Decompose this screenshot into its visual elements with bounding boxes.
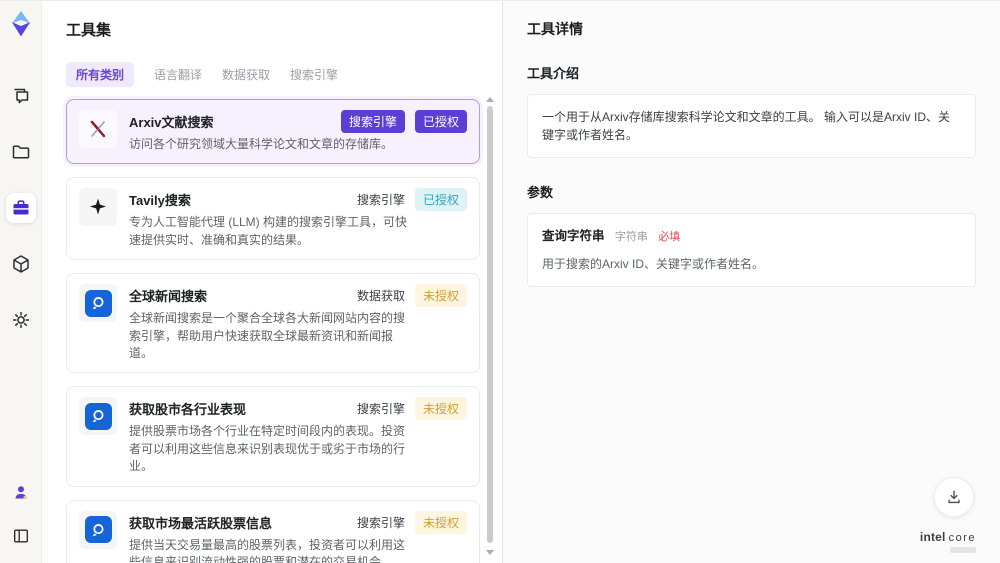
rail-nav	[5, 81, 36, 335]
tool-badges: 搜索引擎 未授权	[356, 510, 467, 534]
cube-icon	[12, 255, 29, 273]
folder-icon	[12, 145, 29, 159]
param-box: 查询字符串 字符串 必填 用于搜索的Arxiv ID、关键字或作者姓名。	[527, 213, 976, 287]
tool-auth-status-badge: 未授权	[414, 397, 467, 421]
tool-badges: 数据获取 未授权	[356, 284, 467, 308]
tool-category-badge: 搜索引擎	[340, 110, 405, 133]
tool-auth-status-badge: 已授权	[414, 110, 467, 133]
chat-icon	[14, 88, 28, 104]
details-title: 工具详情	[527, 21, 583, 37]
param-name: 查询字符串	[542, 229, 605, 243]
sidebar-item-tools[interactable]	[5, 193, 36, 223]
tools-panel: 工具集 所有类别 语言翻译 数据获取 搜索引擎 Arxiv文献搜索 访问各个研究…	[42, 1, 503, 563]
tool-category-badge: 搜索引擎	[356, 402, 405, 417]
tool-card[interactable]: 获取股市各行业表现 提供股票市场各个行业在特定时间段内的表现。投资者可以利用这些…	[66, 386, 480, 487]
param-required-badge: 必填	[658, 231, 681, 243]
tool-description: 提供股票市场各个行业在特定时间段内的表现。投资者可以利用这些信息来识别表现优于或…	[129, 424, 406, 474]
intro-box: 一个用于从Arxiv存储库搜索科学论文和文章的工具。 输入可以是Arxiv ID…	[527, 94, 976, 158]
tool-description: 提供当天交易量最高的股票列表，投资者可以利用这些信息来识别流动性强的股票和潜在的…	[129, 537, 406, 563]
tool-description: 访问各个研究领域大量科学论文和文章的存储库。	[129, 137, 394, 151]
intro-text: 一个用于从Arxiv存储库搜索科学论文和文章的工具。 输入可以是Arxiv ID…	[542, 110, 951, 142]
collapse-panel-icon	[13, 529, 28, 543]
toolbox-icon	[13, 200, 28, 215]
tab-all-categories[interactable]: 所有类别	[66, 62, 135, 87]
gear-icon	[12, 311, 29, 329]
tavily-star-icon	[90, 198, 106, 215]
scrollbar-thumb[interactable]	[487, 106, 493, 543]
blue-app-icon	[84, 516, 112, 544]
tool-description: 全球新闻搜索是一个聚合全球各大新闻网站内容的搜索引擎，帮助用户快速获取全球最新资…	[129, 311, 406, 360]
tool-card[interactable]: 全球新闻搜索 全球新闻搜索是一个聚合全球各大新闻网站内容的搜索引擎，帮助用户快速…	[66, 273, 480, 374]
param-header: 查询字符串 字符串 必填	[542, 227, 961, 246]
tool-list-scrollbar[interactable]	[485, 97, 495, 555]
tool-badges: 搜索引擎 已授权	[340, 110, 467, 133]
user-icon	[15, 486, 27, 500]
tool-category-badge: 搜索引擎	[356, 193, 405, 208]
sidebar-item-settings[interactable]	[6, 305, 36, 335]
tool-card[interactable]: 获取市场最活跃股票信息 提供当天交易量最高的股票列表，投资者可以利用这些信息来识…	[66, 499, 480, 563]
collapse-sidebar-button[interactable]	[6, 521, 36, 551]
params-heading: 参数	[527, 185, 554, 200]
brand-intel-text: intel	[919, 529, 946, 544]
app-logo	[9, 11, 33, 37]
tool-list: Arxiv文献搜索 访问各个研究领域大量科学论文和文章的存储库。 搜索引擎 已授…	[66, 99, 502, 563]
tool-card[interactable]: Arxiv文献搜索 访问各个研究领域大量科学论文和文章的存储库。 搜索引擎 已授…	[66, 99, 480, 165]
tool-badges: 搜索引擎 已授权	[356, 188, 467, 212]
sidebar-item-chat[interactable]	[6, 81, 36, 111]
param-type: 字符串	[614, 231, 648, 243]
blue-app-icon	[84, 402, 112, 430]
rail-bottom	[6, 477, 36, 551]
brand-core-text: core	[948, 531, 976, 544]
icon-rail	[0, 1, 42, 563]
tab-data-acquisition[interactable]: 数据获取	[222, 62, 270, 87]
scroll-down-arrow[interactable]	[486, 550, 494, 555]
download-icon	[948, 490, 960, 504]
tool-auth-status-badge: 未授权	[414, 510, 467, 534]
tool-category-badge: 搜索引擎	[356, 515, 405, 530]
tab-language-translation[interactable]: 语言翻译	[154, 62, 202, 87]
download-button[interactable]	[934, 477, 974, 517]
tool-auth-status-badge: 未授权	[414, 284, 467, 308]
tool-details-panel: 工具详情 工具介绍 一个用于从Arxiv存储库搜索科学论文和文章的工具。 输入可…	[503, 1, 1000, 563]
tool-card[interactable]: Tavily搜索 专为人工智能代理 (LLM) 构建的搜索引擎工具，可快速提供实…	[66, 177, 480, 261]
arxiv-icon	[90, 120, 106, 138]
tab-search-engine[interactable]: 搜索引擎	[290, 62, 338, 87]
category-tabs: 所有类别 语言翻译 数据获取 搜索引擎	[66, 62, 502, 87]
tool-auth-status-badge: 已授权	[414, 188, 467, 212]
sidebar-item-files[interactable]	[6, 137, 36, 167]
intel-core-logo: intel core	[919, 529, 976, 553]
user-avatar[interactable]	[6, 477, 36, 507]
param-description: 用于搜索的Arxiv ID、关键字或作者姓名。	[542, 256, 765, 271]
page-title: 工具集	[66, 22, 112, 39]
blue-app-icon	[84, 289, 112, 317]
sidebar-item-packages[interactable]	[6, 249, 36, 279]
scroll-up-arrow[interactable]	[486, 97, 494, 102]
tool-category-badge: 数据获取	[356, 289, 405, 304]
intro-heading: 工具介绍	[527, 66, 580, 81]
tool-description: 专为人工智能代理 (LLM) 构建的搜索引擎工具，可快速提供实时、准确和真实的结…	[129, 215, 408, 247]
tool-badges: 搜索引擎 未授权	[356, 397, 467, 421]
brand-sub-mark	[950, 547, 976, 553]
